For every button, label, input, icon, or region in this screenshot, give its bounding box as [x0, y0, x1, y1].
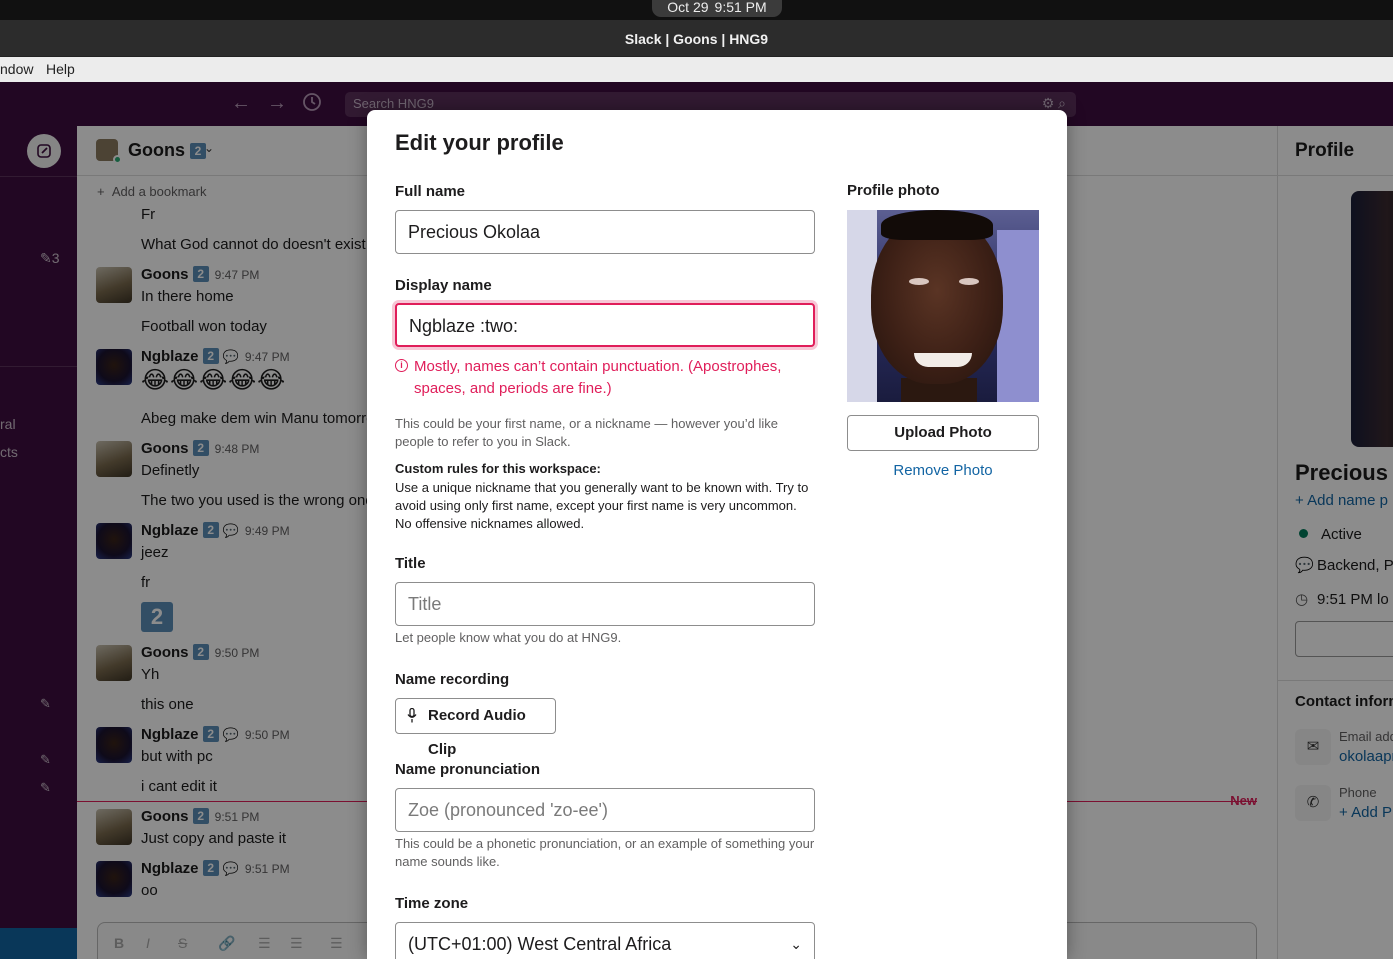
os-top-bar: Oct 29 9:51 PM	[0, 0, 1393, 20]
name-pronunciation-help: This could be a phonetic pronunciation, …	[395, 836, 815, 869]
microphone-icon	[407, 708, 417, 723]
record-audio-button[interactable]: Record Audio Clip	[395, 698, 556, 758]
title-help: Let people know what you do at HNG9.	[395, 630, 622, 645]
display-name-error: i Mostly, names can’t contain punctuatio…	[395, 356, 815, 400]
time-zone-label: Time zone	[395, 895, 469, 912]
name-pronunciation-input[interactable]: Zoe (pronounced 'zo-ee')	[395, 788, 815, 832]
edit-profile-modal: Edit your profile Full name Precious Oko…	[367, 110, 1067, 959]
menu-window[interactable]: ndow	[0, 61, 33, 77]
name-pronunciation-label: Name pronunciation	[395, 761, 541, 778]
upload-photo-button[interactable]: Upload Photo	[847, 415, 1039, 451]
chevron-down-icon: ⌄	[790, 936, 802, 952]
title-label: Title	[395, 555, 426, 572]
display-name-label: Display name	[395, 277, 492, 294]
custom-rules-body: Use a unique nickname that you generally…	[395, 480, 809, 531]
title-input[interactable]: Title	[395, 582, 815, 626]
custom-rules-title: Custom rules for this workspace:	[395, 461, 601, 476]
window-title: Slack | Goons | HNG9	[0, 20, 1393, 57]
display-name-help: This could be your first name, or a nick…	[395, 416, 778, 449]
profile-photo	[847, 210, 1039, 402]
display-name-input[interactable]: Ngblaze :two:	[395, 303, 815, 347]
menu-bar: ndow Help	[0, 57, 1393, 82]
info-icon: i	[395, 359, 408, 372]
modal-title: Edit your profile	[395, 130, 564, 155]
time-zone-select[interactable]: (UTC+01:00) West Central Africa ⌄	[395, 922, 815, 959]
os-clock[interactable]: Oct 29 9:51 PM	[652, 0, 782, 17]
menu-help[interactable]: Help	[46, 61, 75, 77]
name-recording-label: Name recording	[395, 671, 510, 688]
os-date: Oct 29	[667, 0, 709, 15]
os-time: 9:51 PM	[714, 0, 767, 15]
remove-photo-link[interactable]: Remove Photo	[847, 462, 1039, 479]
full-name-input[interactable]: Precious Okolaa	[395, 210, 815, 254]
full-name-label: Full name	[395, 183, 466, 200]
profile-photo-label: Profile photo	[847, 182, 940, 199]
